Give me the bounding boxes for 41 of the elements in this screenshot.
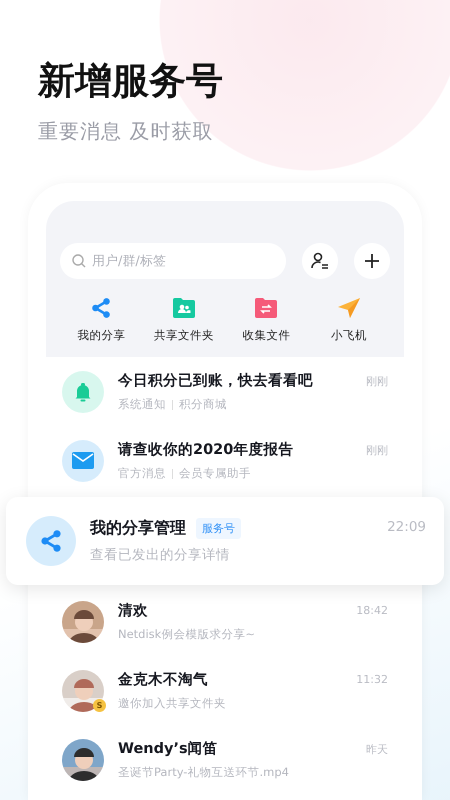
- shortcut-button[interactable]: 我的分享: [60, 297, 142, 343]
- share-icon: [90, 297, 112, 319]
- message-time: 11:32: [356, 673, 388, 686]
- service-tag: 服务号: [196, 518, 241, 539]
- message-preview: 官方消息: [118, 466, 166, 481]
- message-time: 22:09: [387, 519, 426, 535]
- contacts-icon: [311, 252, 329, 270]
- subheadline: 重要消息 及时获取: [38, 118, 214, 145]
- message-time: 刚刚: [366, 374, 388, 389]
- message-title: 我的分享管理: [90, 518, 186, 539]
- search-field[interactable]: 用户/群/标签: [60, 243, 286, 279]
- contacts-button[interactable]: [302, 243, 338, 279]
- message-preview: 会员专属助手: [179, 466, 251, 481]
- message-preview: 积分商城: [179, 397, 227, 412]
- shortcut-button[interactable]: 收集文件: [225, 297, 308, 343]
- message-title: 金克木不淘气: [118, 670, 208, 689]
- level-badge: S: [93, 698, 106, 712]
- message-title: 请查收你的2020年度报告: [118, 440, 294, 459]
- transfer-folder-icon: [254, 297, 278, 319]
- message-preview: 查看已发出的分享详情: [90, 546, 230, 564]
- share-icon: [39, 529, 63, 553]
- bell-icon: [73, 382, 93, 402]
- message-time: 刚刚: [366, 443, 388, 458]
- headline: 新增服务号: [38, 58, 224, 104]
- message-preview: 邀你加入共享文件夹: [118, 696, 226, 711]
- message-preview: Netdisk例会模版求分享~: [118, 627, 255, 642]
- message-title: 今日积分已到账，快去看看吧: [118, 372, 313, 390]
- plus-icon: [364, 253, 380, 269]
- message-title: Wendy’s闻笛: [118, 740, 218, 758]
- shortcut-button[interactable]: 小飞机: [308, 297, 390, 343]
- paper-plane-icon: [336, 297, 361, 319]
- add-button[interactable]: [354, 243, 390, 279]
- message-title: 清欢: [118, 602, 148, 620]
- shortcut-button[interactable]: 共享文件夹: [142, 297, 225, 343]
- message-time: 昨天: [366, 742, 388, 757]
- shared-folder-icon: [172, 297, 196, 319]
- message-time: 18:42: [356, 604, 388, 617]
- message-preview: 圣诞节Party-礼物互送环节.mp4: [118, 765, 289, 780]
- featured-message-card[interactable]: 我的分享管理 服务号 查看已发出的分享详情 22:09: [6, 497, 444, 585]
- envelope-icon: [72, 452, 94, 469]
- message-preview: 系统通知: [118, 397, 166, 412]
